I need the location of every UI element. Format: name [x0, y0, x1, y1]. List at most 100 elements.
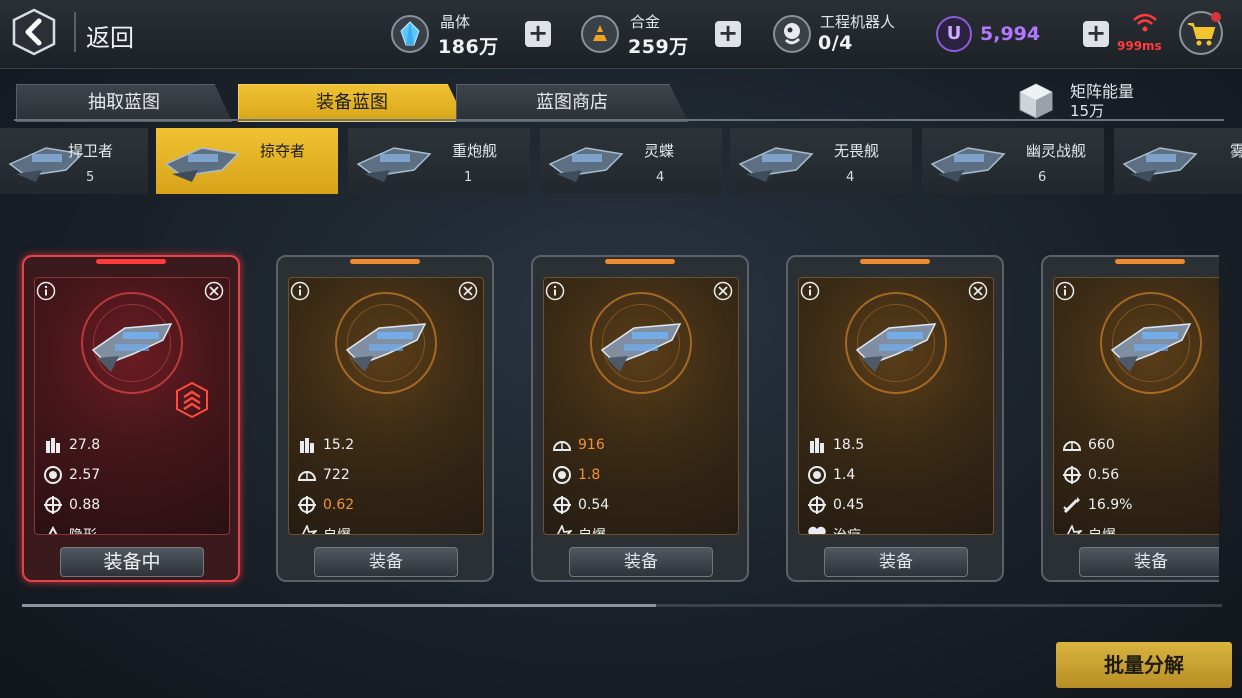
ship-count: 4	[656, 170, 665, 185]
top-bar: 返回 晶体 186万 + 合金 259万 + 工程机器人 0/4 U 5,994…	[0, 0, 1242, 69]
scroll-thumb[interactable]	[22, 604, 656, 607]
stat-row: 0.56	[1062, 464, 1119, 486]
card-top-glow	[350, 259, 420, 264]
card-body: 27.8 2.57 0.88 隐形	[34, 277, 230, 535]
close-icon[interactable]	[968, 281, 988, 301]
back-arrow-icon	[12, 8, 56, 56]
ship-icon	[1122, 147, 1198, 182]
back-button[interactable]	[10, 8, 58, 56]
stat-value: 722	[323, 467, 350, 483]
tab-draw-blueprint[interactable]: 抽取蓝图	[16, 84, 232, 122]
info-icon[interactable]	[800, 281, 820, 301]
alloy-label: 合金	[630, 13, 661, 31]
stat-row: 722	[297, 464, 350, 486]
heal-icon	[808, 526, 826, 534]
ship-blueprint-icon	[855, 323, 937, 372]
explode-icon	[556, 525, 572, 534]
explode-icon	[1066, 525, 1082, 534]
card-body: 660 0.56 16.9% 自爆	[1053, 277, 1219, 535]
card-top-glow	[605, 259, 675, 264]
ship-tab-6[interactable]: 雾	[1114, 128, 1242, 194]
card-top-glow	[96, 259, 166, 264]
ship-blueprint-icon	[1110, 323, 1192, 372]
alloy-icon	[580, 14, 620, 54]
close-icon[interactable]	[204, 281, 224, 301]
equip-button[interactable]: 装备	[569, 547, 713, 577]
blueprint-card[interactable]: 15.2 722 0.62 自爆装备	[276, 255, 494, 582]
crystal-label: 晶体	[440, 13, 471, 31]
info-icon[interactable]	[1055, 281, 1075, 301]
u-coin-icon: U	[936, 16, 972, 52]
stat-value: 16.9%	[1088, 497, 1133, 513]
rate-icon	[808, 466, 826, 484]
ship-icon	[738, 147, 814, 182]
ship-tab-3[interactable]: 灵蝶 4	[540, 128, 722, 194]
matrix-cube-icon	[1016, 80, 1056, 120]
crosshair-icon	[298, 496, 316, 514]
crystal-icon	[390, 14, 430, 54]
stat-value: 916	[578, 437, 605, 453]
ship-tab-4[interactable]: 无畏舰 4	[730, 128, 912, 194]
tab-equip-blueprint[interactable]: 装备蓝图	[238, 84, 466, 122]
ship-name: 无畏舰	[834, 142, 880, 160]
ship-tab-2[interactable]: 重炮舰 1	[348, 128, 530, 194]
ship-blueprint-icon	[600, 323, 682, 372]
stat-row: 0.88	[43, 494, 100, 516]
stat-row: 自爆	[297, 524, 351, 534]
blueprint-card[interactable]: 18.5 1.4 0.45 治疗装备	[786, 255, 1004, 582]
equip-button[interactable]: 装备	[314, 547, 458, 577]
ship-tab-0[interactable]: 捍卫者 5	[0, 128, 148, 194]
stat-value: 0.54	[578, 497, 610, 513]
shield-arc-icon	[552, 441, 572, 451]
blueprint-card[interactable]: 27.8 2.57 0.88 隐形装备中	[22, 255, 240, 582]
ship-tab-1[interactable]: 掠夺者	[156, 128, 338, 194]
ship-blueprint-icon	[91, 323, 173, 372]
ship-name: 雾	[1230, 142, 1242, 160]
ship-name: 重炮舰	[452, 142, 498, 160]
stat-row: 0.45	[807, 494, 864, 516]
stat-row: 916	[552, 434, 605, 456]
equip-button[interactable]: 装备中	[60, 547, 204, 577]
equip-button[interactable]: 装备	[1079, 547, 1219, 577]
u-currency-value: 5,994	[980, 23, 1041, 45]
add-alloy-button[interactable]: +	[715, 21, 741, 47]
stat-row: 治疗	[807, 524, 861, 534]
shield-arc-icon	[1062, 441, 1082, 451]
ship-count: 5	[86, 170, 95, 185]
rank-chevron-icon	[176, 382, 208, 418]
ship-name: 捍卫者	[68, 142, 114, 160]
equip-button[interactable]: 装备	[824, 547, 968, 577]
ship-icon	[356, 147, 432, 182]
info-icon[interactable]	[290, 281, 310, 301]
tab-blueprint-shop[interactable]: 蓝图商店	[456, 84, 688, 122]
ping-label: 999ms	[1117, 39, 1162, 53]
stat-row: 15.2	[297, 434, 354, 456]
cart-icon[interactable]	[1178, 10, 1224, 56]
blueprint-card[interactable]: 660 0.56 16.9% 自爆装备	[1041, 255, 1219, 582]
ship-name: 掠夺者	[260, 142, 306, 160]
ship-icon	[548, 147, 624, 182]
info-icon[interactable]	[36, 281, 56, 301]
add-crystal-button[interactable]: +	[525, 21, 551, 47]
blueprint-card[interactable]: 916 1.8 0.54 自爆装备	[531, 255, 749, 582]
stat-value: 0.88	[69, 497, 101, 513]
back-label[interactable]: 返回	[86, 18, 134, 53]
stat-value: 1.4	[833, 467, 856, 483]
card-top-glow	[1115, 259, 1185, 264]
shield-arc-icon	[297, 471, 317, 481]
info-icon[interactable]	[545, 281, 565, 301]
ship-icon	[930, 147, 1006, 182]
alloy-value: 259万	[628, 36, 689, 58]
add-u-currency-button[interactable]: +	[1083, 21, 1109, 47]
crosshair-icon	[1063, 466, 1081, 484]
bulk-dismantle-button[interactable]: 批量分解	[1056, 642, 1232, 688]
close-icon[interactable]	[458, 281, 478, 301]
stat-value: 15.2	[323, 437, 355, 453]
ship-name: 幽灵战舰	[1026, 142, 1087, 160]
stat-value: 自爆	[578, 525, 606, 534]
stat-row: 1.8	[552, 464, 600, 486]
rate-icon	[553, 466, 571, 484]
robot-icon	[772, 14, 812, 54]
close-icon[interactable]	[713, 281, 733, 301]
ship-tab-5[interactable]: 幽灵战舰 6	[922, 128, 1104, 194]
